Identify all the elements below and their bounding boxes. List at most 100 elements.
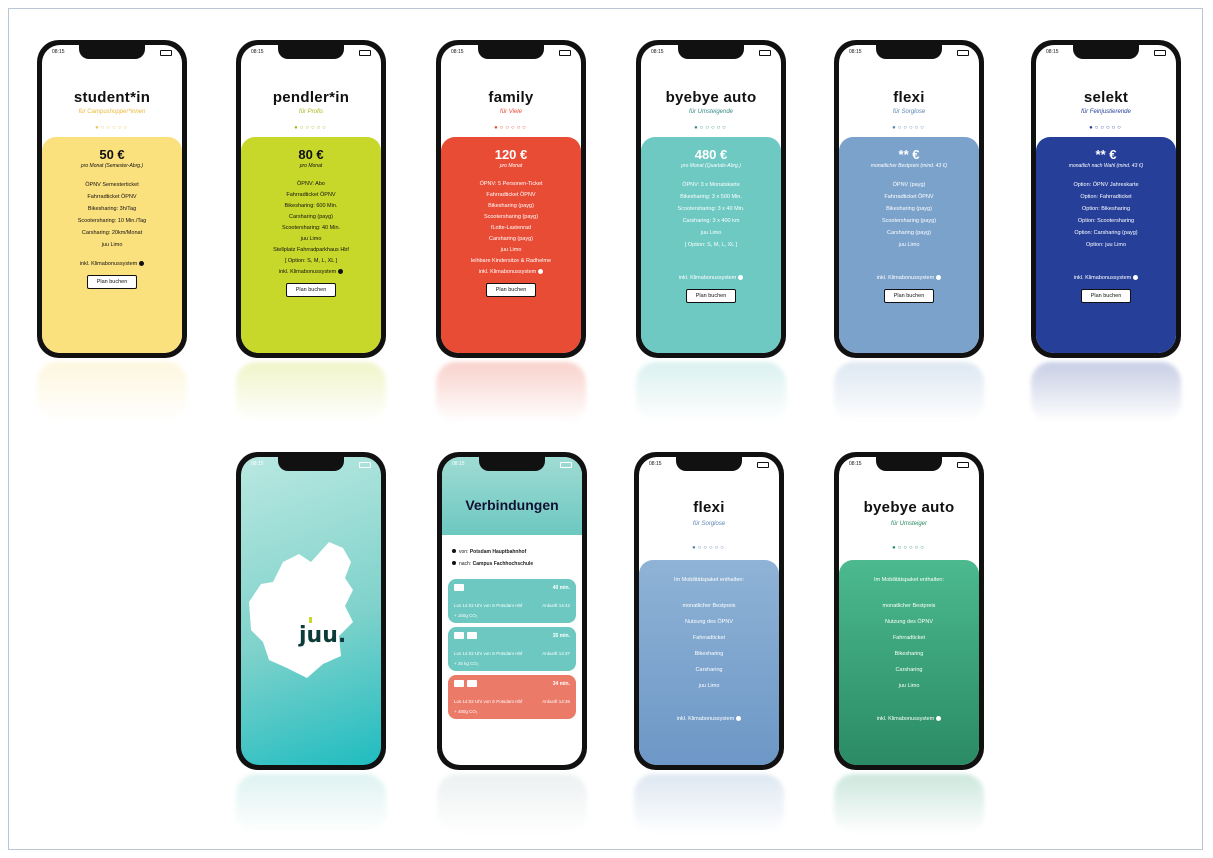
plan-price: ** € (898, 147, 920, 162)
price-note: monatlich nach Wahl (mind. 43 €) (1068, 163, 1144, 169)
connection-route: Los 14:02 Uhr von S Potsdam Hbf (454, 699, 523, 704)
plan-card: 50 € pro Monat (Semester-Abrg.) ÖPNV Semes… (42, 137, 182, 353)
detail-screen: 08:15 byebye auto für Umsteiger ●○○○○○ Im Mo… (839, 457, 979, 765)
book-plan-button[interactable]: Plan buchen (1080, 289, 1132, 303)
info-icon[interactable] (738, 275, 744, 281)
climate-bonus-note: inkl. Klimabonussystem (42, 261, 182, 267)
page-indicator[interactable]: ●○○○○○ (1036, 125, 1176, 131)
feature-item: Fahrradticket ÖPNV (486, 192, 536, 198)
feature-item: juu Limo (898, 683, 920, 689)
plan-features: ÖPNV: Abo Fahrradticket ÖPNV Bikesharing: … (241, 179, 381, 267)
feature-item: Scootersharing: 3 x 40 Min. (677, 206, 745, 212)
notch (278, 45, 344, 59)
feature-item: Bikesharing (payg) (488, 203, 534, 209)
page-indicator[interactable]: ●○○○○○ (641, 125, 781, 131)
page-indicator[interactable]: ●○○○○○ (42, 125, 182, 131)
book-plan-button[interactable]: Plan buchen (285, 283, 337, 297)
feature-item: monatlicher Bestpreis (682, 603, 736, 609)
route-from[interactable]: von: Potsdam Hauptbahnhof (452, 549, 526, 555)
plan-title: byebye auto (863, 499, 955, 516)
transport-icon (467, 632, 477, 639)
status-time: 08:15 (651, 49, 664, 55)
feature-item: Bikesharing: 3h/Tag (87, 206, 137, 212)
feature-item: Fahrradticket (892, 635, 926, 641)
plan-screen: 08:15 byebye auto für Umsteigende ●○○○○○ 480… (641, 45, 781, 353)
plan-subtitle: für Sorglose (692, 521, 726, 527)
feature-item: ÖPNV: 5 Personen-Ticket (479, 181, 543, 187)
plan-features: ÖPNV (payg) Fahrradticket ÖPNV Bikesharing… (839, 179, 979, 251)
plan-title: pendler*in (272, 89, 350, 106)
plan-screen: 08:15 pendler*in für Profis ●○○○○○ 80 € pro M… (241, 45, 381, 353)
status-time: 08:15 (251, 49, 264, 55)
feature-item: Fahrradticket ÖPNV (286, 192, 336, 198)
page-indicator[interactable]: ●○○○○○ (839, 125, 979, 131)
connection-result[interactable]: 40 min. Los 14:02 Uhr von S Potsdam Hbf An… (448, 579, 576, 623)
status-time: 08:15 (849, 49, 862, 55)
book-plan-button[interactable]: Plan buchen (86, 275, 138, 289)
figure-frame (8, 8, 1203, 850)
status-time: 08:15 (451, 49, 464, 55)
connection-result[interactable]: 34 min. Los 14:02 Uhr von S Potsdam Hbf An… (448, 675, 576, 719)
page-indicator[interactable]: ●○○○○○ (441, 125, 581, 131)
phone-reflection (1031, 362, 1181, 422)
info-icon[interactable] (1133, 275, 1139, 281)
book-plan-button[interactable]: Plan buchen (883, 289, 935, 303)
status-time: 08:15 (452, 461, 465, 467)
notch (676, 457, 742, 471)
transport-icon (467, 680, 477, 687)
plan-card: ** € monatlich nach Wahl (mind. 43 €) Opti… (1036, 137, 1176, 353)
page-indicator[interactable]: ●○○○○○ (639, 545, 779, 551)
info-icon[interactable] (538, 269, 544, 275)
phone-plan-student: 08:15 student*in für Campushopper*innen ●○○… (37, 40, 187, 358)
splash-logo: juu. (299, 623, 347, 648)
info-icon[interactable] (936, 716, 942, 722)
feature-item: Option: Scootersharing (1077, 218, 1135, 224)
plan-price: 120 € (494, 147, 528, 162)
notch (479, 457, 545, 471)
info-icon[interactable] (338, 269, 344, 275)
connection-result[interactable]: 35 min. Los 14:02 Uhr von S Potsdam Hbf An… (448, 627, 576, 671)
climate-bonus-label: inkl. Klimabonussystem (278, 269, 337, 275)
page-indicator[interactable]: ●○○○○○ (839, 545, 979, 551)
book-plan-button[interactable]: Plan buchen (685, 289, 737, 303)
page-indicator[interactable]: ●○○○○○ (241, 125, 381, 131)
splash-screen: 08:15 juu. (241, 457, 381, 765)
transport-icon (454, 584, 464, 591)
feature-item: [ Option: S, M, L, XL ] (284, 258, 338, 264)
phone-reflection (634, 774, 784, 834)
plan-screen: 08:15 family für Viele ●○○○○○ 120 € pro Monat… (441, 45, 581, 353)
feature-item: Carsharing (695, 667, 723, 673)
phone-plan-byebye: 08:15 byebye auto für Umsteigende ●○○○○○ 480… (636, 40, 786, 358)
plan-subtitle: für Umsteigende (688, 109, 734, 115)
route-to[interactable]: nach: Campus Fachhochschule (452, 561, 533, 567)
info-icon[interactable] (736, 716, 742, 722)
climate-bonus-note: inkl. Klimabonussystem (1036, 275, 1176, 281)
detail-screen: 08:15 flexi für Sorglose ●○○○○○ Im Mobilität… (639, 457, 779, 765)
climate-bonus-note: inkl. Klimabonussystem (839, 716, 979, 722)
feature-item: fLotte-Lastenrad (490, 225, 532, 231)
notch (876, 457, 942, 471)
phone-reflection (834, 362, 984, 422)
connection-duration: 40 min. (552, 585, 570, 591)
detail-features: monatlicher Bestpreis Nutzung des ÖPNV Fah… (839, 598, 979, 694)
plan-price: 80 € (298, 147, 324, 162)
notch (278, 457, 344, 471)
battery-icon (759, 50, 771, 56)
plan-features: ÖPNV: 5 Personen-Ticket Fahrradticket ÖPN… (441, 179, 581, 267)
info-icon[interactable] (139, 261, 145, 267)
plan-screen: 08:15 selekt für Feinjustierende ●○○○○○ ** €… (1036, 45, 1176, 353)
status-time: 08:15 (849, 461, 862, 467)
detail-heading: Im Mobilitätspaket enthalten: (673, 577, 744, 583)
to-dot-icon (452, 561, 456, 565)
battery-icon (1154, 50, 1166, 56)
climate-bonus-note: inkl. Klimabonussystem (839, 275, 979, 281)
book-plan-button[interactable]: Plan buchen (485, 283, 537, 297)
connection-arrival: Ankunft 14:42 (542, 603, 570, 608)
feature-item: Stellplatz Fahrradparkhaus Hbf (273, 247, 349, 253)
plan-card: ** € monatlicher Bestpreis (mind. 43 €) ÖP… (839, 137, 979, 353)
to-label: nach: (459, 561, 472, 567)
feature-item: juu Limo (698, 683, 720, 689)
info-icon[interactable] (936, 275, 942, 281)
connection-co2: + 160g CO₂ (454, 613, 478, 618)
phone-plan-flexi: 08:15 flexi für Sorglose ●○○○○○ ** € monatlic… (834, 40, 984, 358)
